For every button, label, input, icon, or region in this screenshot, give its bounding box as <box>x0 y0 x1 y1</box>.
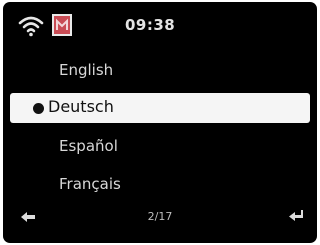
footer-bar: 2/17 <box>3 202 317 243</box>
enter-return-icon[interactable] <box>288 209 304 223</box>
menu-item-label: Español <box>59 137 118 155</box>
media-source-icon <box>52 14 72 36</box>
menu-item-deutsch[interactable]: Deutsch <box>10 93 310 123</box>
page-indicator: 2/17 <box>147 210 173 223</box>
menu-item-label: Deutsch <box>48 97 114 116</box>
device-screen: 09:38 English Deutsch Español Français 2… <box>3 2 317 243</box>
menu-item-label: Français <box>59 175 121 193</box>
status-bar: 09:38 <box>3 2 317 44</box>
selected-bullet-icon <box>33 103 44 114</box>
menu-item-francais[interactable]: Français <box>10 170 310 200</box>
wifi-icon <box>18 16 44 37</box>
menu-item-espanol[interactable]: Español <box>10 132 310 162</box>
clock: 09:38 <box>125 16 176 34</box>
menu-item-label: English <box>59 61 114 79</box>
menu-item-english[interactable]: English <box>10 56 310 86</box>
